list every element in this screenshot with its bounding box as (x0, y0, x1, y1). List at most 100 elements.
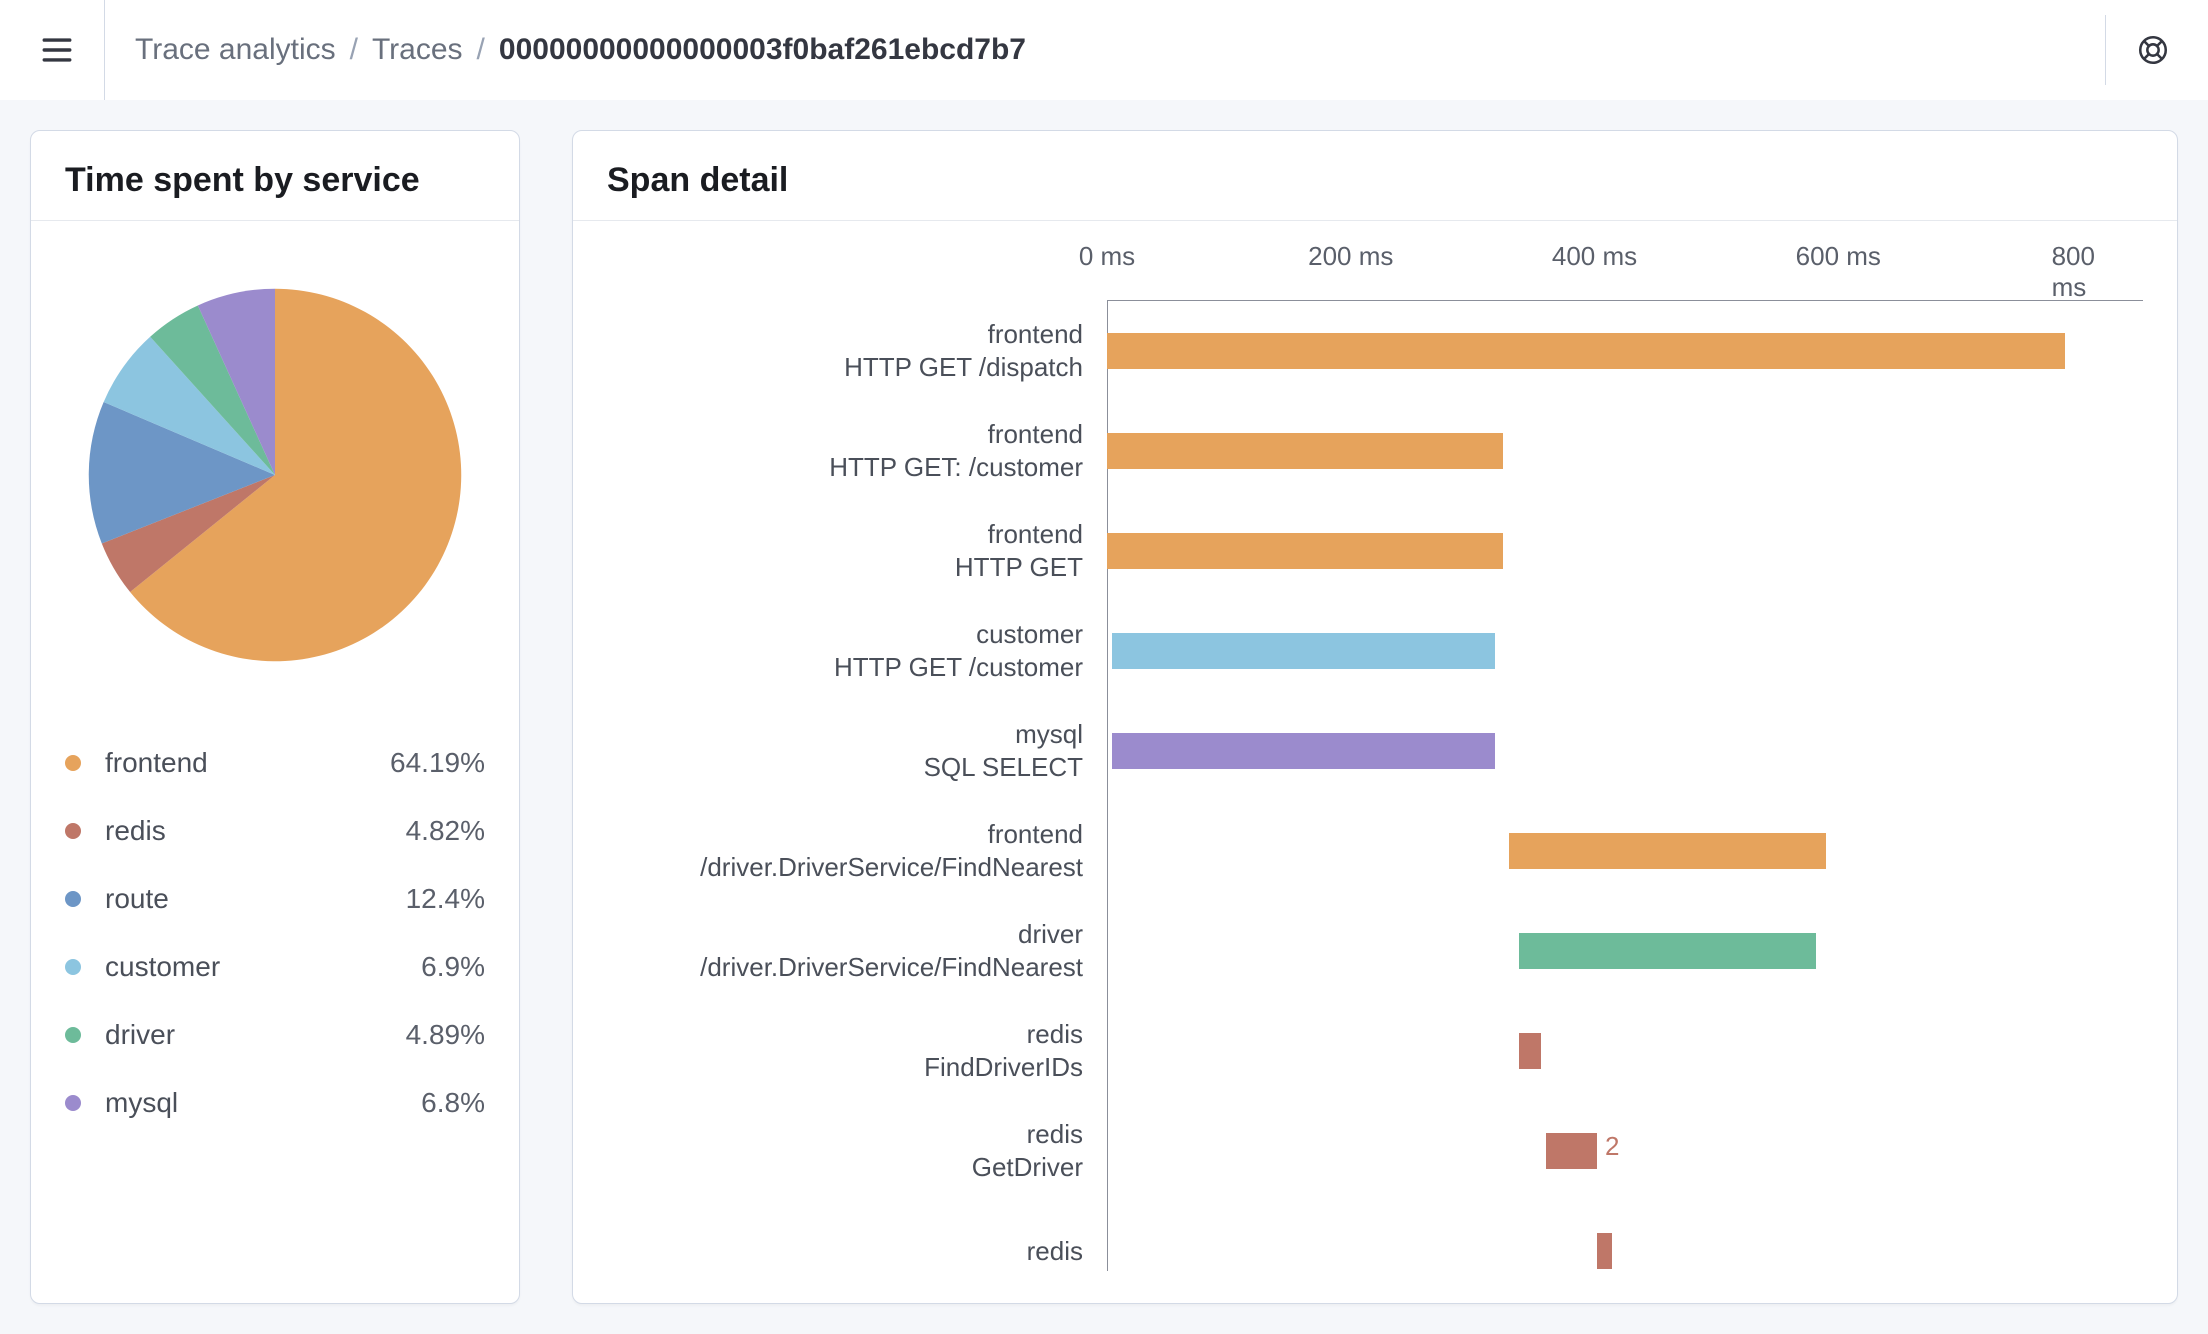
span-label: mysqlSQL SELECT (607, 701, 1107, 801)
axis-tick: 800 ms (2052, 241, 2113, 303)
legend-item-redis[interactable]: redis4.82% (65, 815, 485, 847)
span-row (1107, 1201, 2143, 1271)
lifebuoy-icon (2136, 33, 2170, 67)
axis-tick: 200 ms (1308, 241, 1393, 272)
span-service-name: redis (1027, 1018, 1083, 1051)
legend-dot (65, 755, 81, 771)
span-label: customerHTTP GET /customer (607, 601, 1107, 701)
legend-name: customer (105, 951, 421, 983)
breadcrumb-trace-id: 00000000000000003f0baf261ebcd7b7 (499, 33, 1026, 67)
span-bar-redis[interactable] (1597, 1233, 1612, 1269)
menu-toggle-button[interactable] (28, 21, 86, 79)
span-bar-redis[interactable] (1519, 1033, 1541, 1069)
help-button[interactable] (2126, 23, 2180, 77)
pie-legend: frontend64.19% redis4.82% route12.4% custom… (65, 719, 485, 1119)
page-body: Time spent by service frontend64.19%redi… (0, 100, 2208, 1334)
span-label: frontendHTTP GET /dispatch (607, 301, 1107, 401)
span-bar-frontend[interactable] (1107, 533, 1503, 569)
legend-item-frontend[interactable]: frontend64.19% (65, 747, 485, 779)
span-bar-redis[interactable] (1546, 1133, 1597, 1169)
panel-divider (31, 220, 519, 221)
breadcrumb: Trace analytics / Traces / 0000000000000… (135, 33, 1026, 67)
hamburger-icon (40, 33, 74, 67)
span-labels-col: frontendHTTP GET /dispatchfrontendHTTP G… (607, 241, 1107, 1271)
legend-pct: 6.9% (421, 951, 485, 983)
span-operation-name: /driver.DriverService/FindNearest (700, 851, 1083, 884)
span-operation-name: SQL SELECT (924, 751, 1083, 784)
span-row (1107, 401, 2143, 501)
breadcrumb-sep: / (350, 33, 358, 67)
legend-dot (65, 891, 81, 907)
axis-tick: 0 ms (1079, 241, 1135, 272)
breadcrumb-trace-analytics[interactable]: Trace analytics (135, 33, 336, 67)
panel-title: Time spent by service (65, 161, 485, 200)
span-bar-frontend[interactable] (1107, 333, 2065, 369)
breadcrumb-sep: / (477, 33, 485, 67)
time-axis: 0 ms200 ms400 ms600 ms800 ms (1107, 241, 2143, 301)
span-row: 2 (1107, 1101, 2143, 1201)
legend-pct: 12.4% (406, 883, 485, 915)
span-service-name: mysql (1015, 718, 1083, 751)
legend-name: mysql (105, 1087, 421, 1119)
span-bar-driver[interactable] (1519, 933, 1816, 969)
topbar-divider (2105, 15, 2106, 85)
span-service-name: frontend (988, 318, 1083, 351)
panel-time-spent-by-service: Time spent by service frontend64.19% redi… (30, 130, 520, 1304)
legend-name: driver (105, 1019, 406, 1051)
span-service-name: frontend (988, 518, 1083, 551)
span-service-name: driver (1018, 918, 1083, 951)
span-label: redis (607, 1201, 1107, 1271)
span-operation-name: GetDriver (972, 1151, 1083, 1184)
legend-dot (65, 959, 81, 975)
span-chart: 0 ms200 ms400 ms600 ms800 ms 2 (1107, 241, 2143, 1271)
span-service-name: frontend (988, 818, 1083, 851)
span-label: frontendHTTP GET (607, 501, 1107, 601)
panel-divider (573, 220, 2177, 221)
span-detail-body: frontendHTTP GET /dispatchfrontendHTTP G… (607, 241, 2143, 1271)
axis-tick: 600 ms (1796, 241, 1881, 272)
legend-pct: 6.8% (421, 1087, 485, 1119)
breadcrumb-traces[interactable]: Traces (372, 33, 463, 67)
legend-name: redis (105, 815, 406, 847)
span-bar-mysql[interactable] (1112, 733, 1495, 769)
span-label: frontendHTTP GET: /customer (607, 401, 1107, 501)
span-service-name: customer (976, 618, 1083, 651)
span-row (1107, 501, 2143, 601)
span-label: frontend/driver.DriverService/FindNeares… (607, 801, 1107, 901)
legend-dot (65, 1027, 81, 1043)
topbar: Trace analytics / Traces / 0000000000000… (0, 0, 2208, 100)
legend-dot (65, 823, 81, 839)
span-label: redisFindDriverIDs (607, 1001, 1107, 1101)
span-bar-frontend[interactable] (1509, 833, 1826, 869)
legend-name: route (105, 883, 406, 915)
span-operation-name: HTTP GET /dispatch (844, 351, 1083, 384)
span-row (1107, 601, 2143, 701)
legend-pct: 4.82% (406, 815, 485, 847)
legend-pct: 4.89% (406, 1019, 485, 1051)
pie-chart-svg (81, 281, 469, 669)
legend-item-driver[interactable]: driver4.89% (65, 1019, 485, 1051)
legend-item-mysql[interactable]: mysql6.8% (65, 1087, 485, 1119)
span-service-name: redis (1027, 1235, 1083, 1268)
span-operation-name: HTTP GET /customer (834, 651, 1083, 684)
span-operation-name: FindDriverIDs (924, 1051, 1083, 1084)
span-bar-customer[interactable] (1112, 633, 1495, 669)
span-bar-frontend[interactable] (1107, 433, 1503, 469)
legend-item-customer[interactable]: customer6.9% (65, 951, 485, 983)
span-operation-name: /driver.DriverService/FindNearest (700, 951, 1083, 984)
span-row (1107, 901, 2143, 1001)
span-label: driver/driver.DriverService/FindNearest (607, 901, 1107, 1001)
legend-name: frontend (105, 747, 390, 779)
span-row (1107, 801, 2143, 901)
span-service-name: redis (1027, 1118, 1083, 1151)
span-row (1107, 1001, 2143, 1101)
span-operation-name: HTTP GET (955, 551, 1083, 584)
span-service-name: frontend (988, 418, 1083, 451)
legend-dot (65, 1095, 81, 1111)
span-operation-name: HTTP GET: /customer (829, 451, 1083, 484)
span-row (1107, 301, 2143, 401)
legend-pct: 64.19% (390, 747, 485, 779)
axis-tick: 400 ms (1552, 241, 1637, 272)
legend-item-route[interactable]: route12.4% (65, 883, 485, 915)
span-row (1107, 701, 2143, 801)
